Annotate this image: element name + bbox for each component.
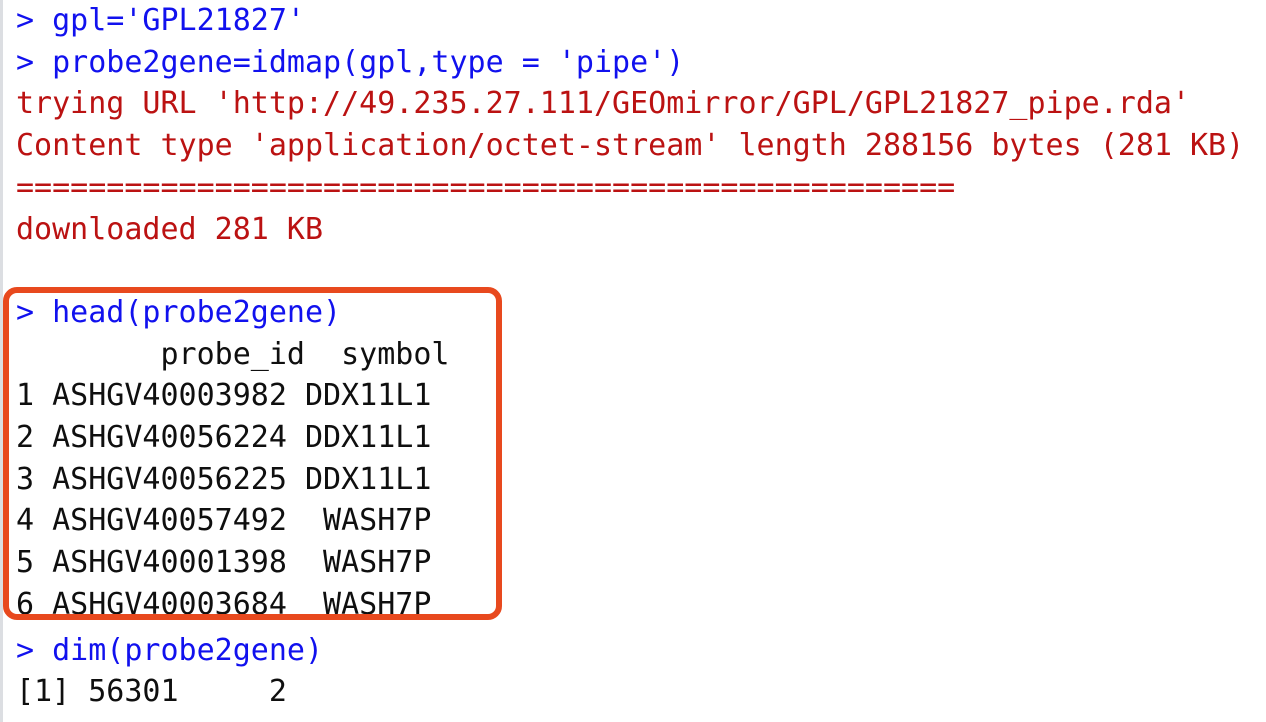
table-row: 3 ASHGV40056225 DDX11L1 [16, 461, 432, 497]
console-line-head-call: > head(probe2gene) [16, 294, 342, 330]
table-row: 6 ASHGV40003684 WASH7P [16, 586, 432, 622]
table-row: 5 ASHGV40001398 WASH7P [16, 545, 432, 581]
r-console-output[interactable]: > gpl='GPL21827' > probe2gene=idmap(gpl,… [0, 0, 1266, 722]
console-line-dim-call: > dim(probe2gene) [16, 632, 324, 668]
console-line-dim-output: [1] 56301 2 [16, 674, 287, 710]
table-row: 4 ASHGV40057492 WASH7P [16, 503, 432, 539]
console-line-idmap-call: > probe2gene=idmap(gpl,type = 'pipe') [16, 44, 685, 80]
console-line-content-type: Content type 'application/octet-stream' … [16, 128, 1245, 164]
console-line-downloaded: downloaded 281 KB [16, 211, 324, 247]
table-row: 2 ASHGV40056224 DDX11L1 [16, 420, 432, 455]
table-row: 1 ASHGV40003982 DDX11L1 [16, 378, 432, 414]
console-line-assign-gpl: > gpl='GPL21827' [16, 3, 305, 38]
left-gutter-line [0, 0, 3, 722]
console-line-trying-url: trying URL 'http://49.235.27.111/GEOmirr… [16, 86, 1190, 122]
head-table-header: probe_id symbol [16, 336, 450, 372]
console-line-progress-bar: ========================================… [16, 169, 956, 205]
